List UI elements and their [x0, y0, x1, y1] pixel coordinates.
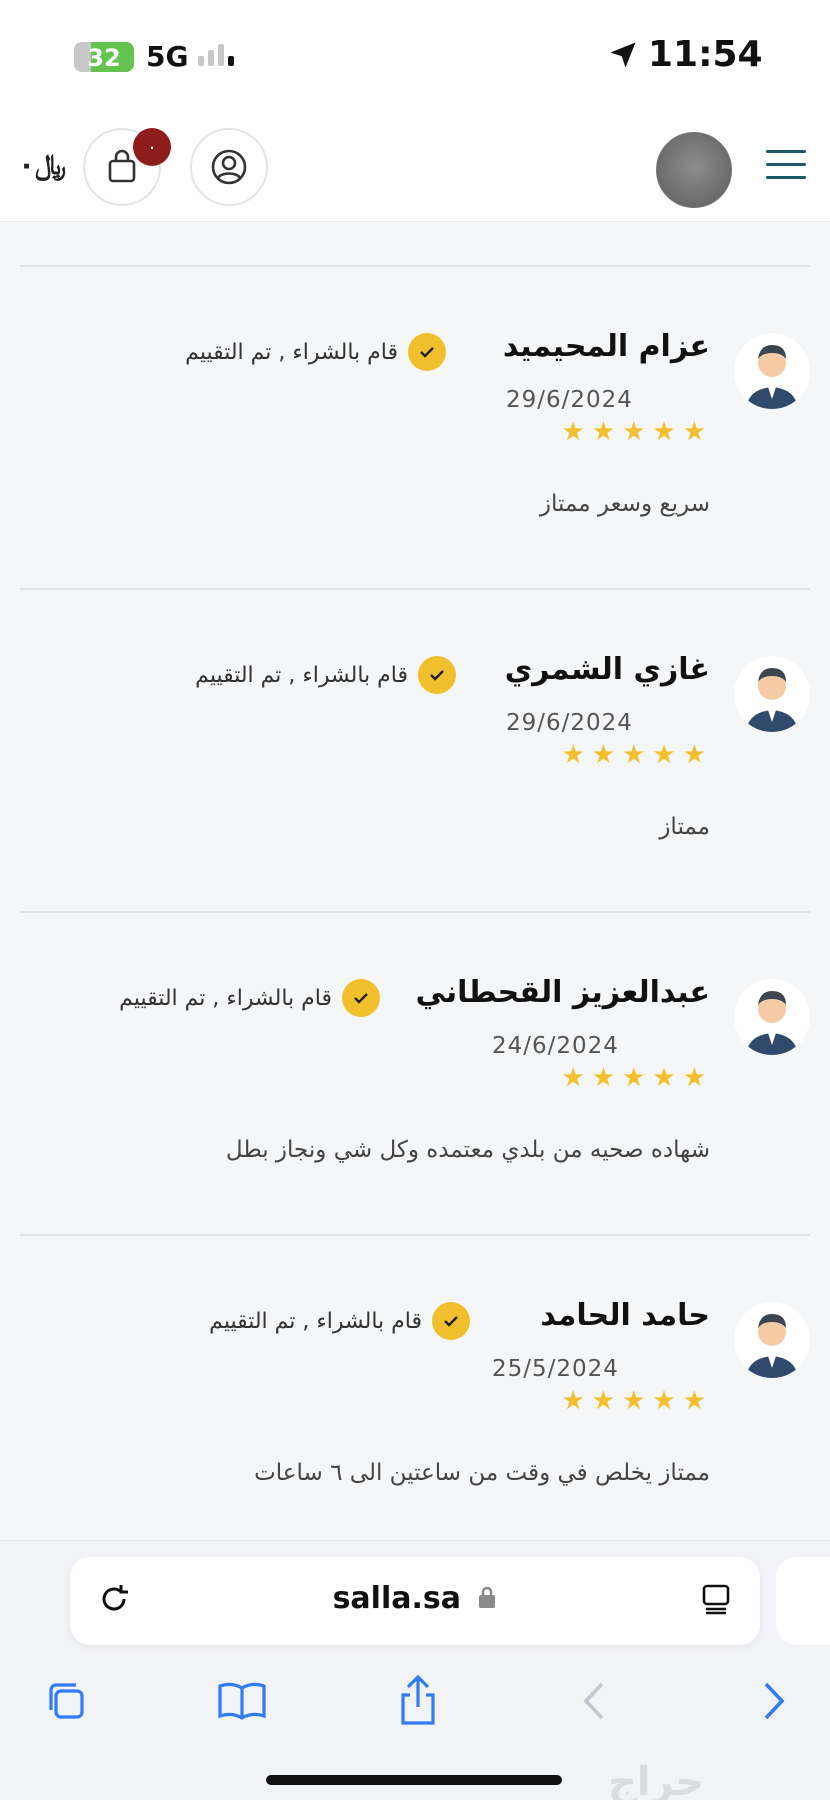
browser-toolbar [0, 1671, 830, 1751]
review-item: غازي الشمري قام بالشراء , تم التقييم 29/… [0, 590, 830, 912]
verified-text: قام بالشراء , تم التقييم [209, 1308, 422, 1334]
cart-total[interactable]: ﷼٠ [18, 148, 66, 182]
review-date: 25/5/2024 [492, 1356, 619, 1382]
watermark: حراج [608, 1759, 705, 1800]
avatar [734, 656, 810, 732]
next-tab-preview[interactable] [776, 1557, 830, 1645]
review-comment: سريع وسعر ممتاز [539, 491, 710, 517]
check-icon [342, 979, 380, 1017]
review-comment: شهاده صحيه من بلدي معتمده وكل شي ونجاز ب… [225, 1137, 710, 1163]
rating-stars: ★ ★ ★ ★ ★ [561, 1386, 706, 1416]
review-item: عزام المحيميد قام بالشراء , تم التقييم 2… [0, 267, 830, 589]
cart-count-badge: ٠ [133, 128, 171, 166]
url-text: salla.sa [332, 1581, 461, 1616]
verified-purchase: قام بالشراء , تم التقييم [185, 333, 446, 371]
address-bar[interactable]: salla.sa [70, 1557, 760, 1645]
verified-text: قام بالشراء , تم التقييم [119, 985, 332, 1011]
bookmarks-icon[interactable] [212, 1671, 272, 1731]
battery-indicator: 32 [74, 42, 134, 72]
avatar [734, 333, 810, 409]
store-header: ﷼٠ ٠ [0, 110, 830, 222]
review-comment: ممتاز يخلص في وقت من ساعتين الى ٦ ساعات [254, 1460, 710, 1486]
review-item: عبدالعزيز القحطاني قام بالشراء , تم التق… [0, 913, 830, 1235]
reviewer-name: عبدالعزيز القحطاني [415, 975, 710, 1010]
reviewer-name: عزام المحيميد [502, 329, 710, 364]
rating-stars: ★ ★ ★ ★ ★ [561, 1063, 706, 1093]
store-logo[interactable] [656, 132, 732, 208]
home-indicator [266, 1775, 562, 1785]
person-avatar-icon [746, 1314, 798, 1378]
review-date: 29/6/2024 [506, 387, 633, 413]
check-icon [408, 333, 446, 371]
rating-stars: ★ ★ ★ ★ ★ [561, 417, 706, 447]
verified-purchase: قام بالشراء , تم التقييم [209, 1302, 470, 1340]
hamburger-menu-icon[interactable] [766, 150, 806, 182]
verified-text: قام بالشراء , تم التقييم [185, 339, 398, 365]
reader-mode-icon[interactable] [698, 1581, 734, 1621]
browser-bottom-bar: salla.sa حراج [0, 1540, 830, 1800]
account-button[interactable] [190, 128, 268, 206]
person-avatar-icon [746, 668, 798, 732]
review-comment: ممتاز [659, 814, 710, 840]
status-clock: 11:54 [608, 34, 763, 75]
avatar [734, 1302, 810, 1378]
person-avatar-icon [746, 991, 798, 1055]
reviewer-name: حامد الحامد [540, 1298, 710, 1333]
review-date: 24/6/2024 [492, 1033, 619, 1059]
tabs-icon[interactable] [36, 1671, 96, 1731]
signal-icon [198, 44, 234, 66]
status-bar: 32 5G 11:54 [0, 0, 830, 110]
back-icon[interactable] [564, 1671, 624, 1731]
verified-text: قام بالشراء , تم التقييم [195, 662, 408, 688]
forward-icon[interactable] [744, 1671, 804, 1731]
verified-purchase: قام بالشراء , تم التقييم [195, 656, 456, 694]
lock-icon [477, 1582, 497, 1617]
avatar [734, 979, 810, 1055]
rating-stars: ★ ★ ★ ★ ★ [561, 740, 706, 770]
clock-time: 11:54 [648, 34, 763, 75]
share-icon[interactable] [388, 1671, 448, 1731]
reviews-list: عزام المحيميد قام بالشراء , تم التقييم 2… [0, 222, 830, 1540]
network-type: 5G [146, 40, 189, 73]
reviewer-name: غازي الشمري [504, 652, 710, 687]
check-icon [418, 656, 456, 694]
check-icon [432, 1302, 470, 1340]
battery-level: 32 [87, 44, 121, 72]
person-avatar-icon [746, 345, 798, 409]
location-arrow-icon [610, 42, 636, 67]
review-date: 29/6/2024 [506, 710, 633, 736]
verified-purchase: قام بالشراء , تم التقييم [119, 979, 380, 1017]
review-item: حامد الحامد قام بالشراء , تم التقييم 25/… [0, 1236, 830, 1558]
url-display[interactable]: salla.sa [70, 1581, 760, 1617]
user-icon [211, 149, 247, 185]
